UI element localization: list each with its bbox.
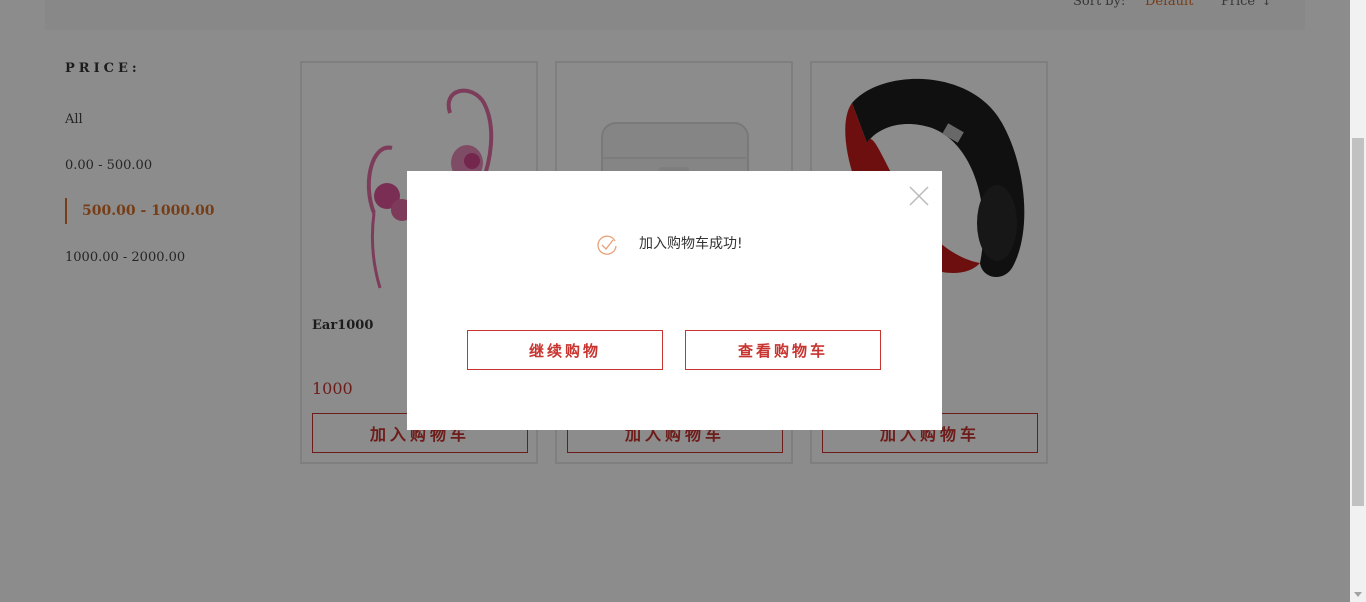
continue-shopping-button[interactable]: 继续购物 bbox=[467, 330, 663, 370]
close-icon[interactable] bbox=[907, 184, 931, 208]
scrollbar-thumb[interactable] bbox=[1352, 138, 1364, 506]
scroll-down-icon[interactable] bbox=[1354, 592, 1362, 597]
check-circle-icon bbox=[597, 235, 617, 255]
add-to-cart-success-dialog: 加入购物车成功! 继续购物 查看购物车 bbox=[407, 171, 942, 430]
page-scrollbar[interactable] bbox=[1350, 0, 1366, 602]
success-message: 加入购物车成功! bbox=[639, 236, 743, 252]
view-cart-button[interactable]: 查看购物车 bbox=[685, 330, 881, 370]
